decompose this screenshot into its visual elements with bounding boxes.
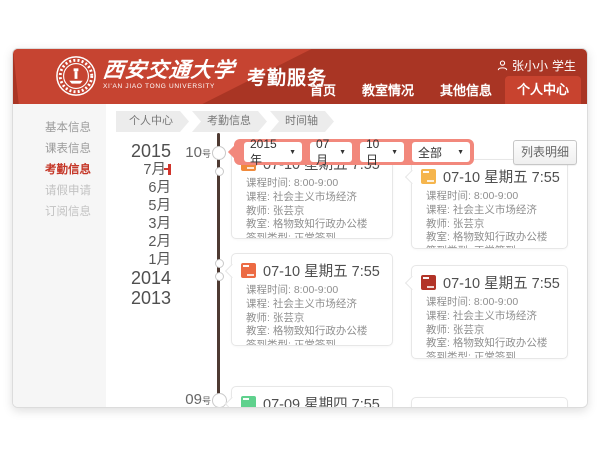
calendar-stamp-icon (241, 396, 256, 408)
card-field: 课程: 社会主义市场经济 (246, 191, 392, 205)
timeline-node (212, 146, 226, 160)
day-select[interactable]: 10日▼ (360, 142, 404, 162)
sidebar: 基本信息 课表信息 考勤信息 请假申请 订阅信息 (13, 104, 106, 407)
month-select[interactable]: 07月▼ (310, 142, 352, 162)
scale-month-jan[interactable]: 1月 (113, 250, 171, 270)
app-window: 西安交通大学 XI'AN JIAO TONG UNIVERSITY 考勤服务 张… (12, 48, 588, 408)
day-marker-09: 09号 (143, 391, 211, 408)
university-title-block: 西安交通大学 XI'AN JIAO TONG UNIVERSITY 考勤服务 (103, 58, 327, 90)
year-select[interactable]: 2015年▼ (244, 142, 302, 162)
chevron-down-icon: ▼ (457, 149, 464, 156)
card-title: 07-10 星期五 7:55 (443, 166, 560, 187)
card-field: 教师: 张芸京 (246, 205, 392, 219)
card-field: 课程时间: 8:00-9:00 (426, 190, 567, 204)
nav-item-home[interactable]: 首页 (297, 78, 349, 104)
calendar-stamp-icon (421, 275, 436, 290)
card-title: 07-10 星期五 7:55 (263, 260, 380, 281)
university-name-cn: 西安交通大学 (102, 58, 237, 82)
card-field: 签到类型: 正常签到 (246, 339, 392, 346)
attendance-card[interactable]: 07-10 星期五 7:55 课程时间: 8:00-9:00 课程: 社会主义市… (411, 265, 568, 359)
sidebar-item-basic-info[interactable]: 基本信息 (13, 118, 106, 139)
scale-month-jun[interactable]: 6月 (113, 178, 171, 198)
card-field: 课程时间: 8:00-9:00 (246, 177, 392, 191)
card-field: 签到类型: 正常签到 (246, 232, 392, 239)
card-field: 教师: 张芸京 (246, 312, 392, 326)
chevron-down-icon: ▼ (391, 149, 398, 156)
card-field: 签到类型: 正常签到 (426, 245, 567, 249)
sidebar-item-schedule-info[interactable]: 课表信息 (13, 139, 106, 160)
user-role: 学生 (552, 57, 576, 74)
card-field: 课程: 社会主义市场经济 (246, 298, 392, 312)
card-field: 教师: 张芸京 (426, 324, 567, 338)
attendance-card[interactable]: 07-10 星期五 7:55 课程时间: 8:00-9:00 课程: 社会主义市… (411, 159, 568, 249)
card-field: 课程: 社会主义市场经济 (426, 310, 567, 324)
card-field: 教室: 格物致知行政办公楼 (426, 231, 567, 245)
main-area: 基本信息 课表信息 考勤信息 请假申请 订阅信息 个人中心 考勤信息 时间轴 2… (13, 104, 587, 407)
sidebar-item-leave-request[interactable]: 请假申请 (13, 181, 106, 202)
card-field: 课程时间: 8:00-9:00 (246, 284, 392, 298)
card-title: 07-09 星期四 7:55 (263, 393, 380, 408)
list-detail-button[interactable]: 列表明细 (513, 140, 577, 165)
type-select[interactable]: 全部▼ (412, 142, 470, 162)
calendar-stamp-icon (421, 169, 436, 184)
breadcrumb-attendance-info[interactable]: 考勤信息 (192, 111, 267, 132)
scale-month-may[interactable]: 5月 (113, 196, 171, 216)
user-name: 张小小 (512, 57, 548, 74)
nav-item-other-info[interactable]: 其他信息 (427, 78, 505, 104)
nav-item-classrooms[interactable]: 教室情况 (349, 78, 427, 104)
chevron-down-icon: ▼ (289, 149, 296, 156)
scale-year-2014[interactable]: 2014 (113, 268, 171, 288)
university-logo-icon (55, 55, 97, 97)
nav-item-personal-center[interactable]: 个人中心 (505, 76, 581, 104)
card-field: 课程时间: 8:00-9:00 (426, 296, 567, 310)
attendance-card[interactable]: 07-09 星期四 7:55 (231, 386, 393, 408)
card-field: 教室: 格物致知行政办公楼 (246, 218, 392, 232)
university-name-en: XI'AN JIAO TONG UNIVERSITY (103, 83, 235, 90)
filter-bar: 2015年▼ 07月▼ 10日▼ 全部▼ (234, 139, 474, 165)
timeline-node (212, 393, 227, 408)
day-marker-10: 10号 (143, 144, 211, 162)
card-field: 课程: 社会主义市场经济 (426, 204, 567, 218)
scale-month-feb[interactable]: 2月 (113, 232, 171, 252)
timeline-node (215, 272, 224, 281)
user-info[interactable]: 张小小 学生 (497, 57, 576, 74)
sidebar-item-attendance-info[interactable]: 考勤信息 (13, 160, 106, 181)
card-title: 07-10 星期五 7:55 (443, 272, 560, 293)
chevron-down-icon: ▼ (339, 149, 346, 156)
breadcrumb-timeline[interactable]: 时间轴 (270, 111, 334, 132)
attendance-card[interactable]: 07-10 星期五 7:55 课程时间: 8:00-9:00 课程: 社会主义市… (231, 253, 393, 346)
card-field: 签到类型: 正常签到 (426, 351, 567, 359)
card-field: 教室: 格物致知行政办公楼 (426, 337, 567, 351)
main-nav: 首页 教室情况 其他信息 个人中心 (297, 76, 581, 104)
card-field: 教室: 格物致知行政办公楼 (246, 325, 392, 339)
attendance-card[interactable] (411, 397, 568, 408)
timeline-node (215, 259, 224, 268)
app-header: 西安交通大学 XI'AN JIAO TONG UNIVERSITY 考勤服务 张… (13, 49, 587, 104)
user-icon (497, 60, 508, 71)
current-month-marker (168, 164, 171, 175)
scale-month-mar[interactable]: 3月 (113, 214, 171, 234)
card-field: 教师: 张芸京 (426, 218, 567, 232)
scale-month-jul[interactable]: 7月 (113, 160, 171, 180)
timeline-node (215, 167, 224, 176)
breadcrumb: 个人中心 考勤信息 时间轴 (116, 111, 334, 132)
scale-year-2013[interactable]: 2013 (113, 288, 171, 308)
sidebar-item-subscription-info[interactable]: 订阅信息 (13, 202, 106, 223)
breadcrumb-personal-center[interactable]: 个人中心 (116, 111, 189, 132)
calendar-stamp-icon (241, 263, 256, 278)
